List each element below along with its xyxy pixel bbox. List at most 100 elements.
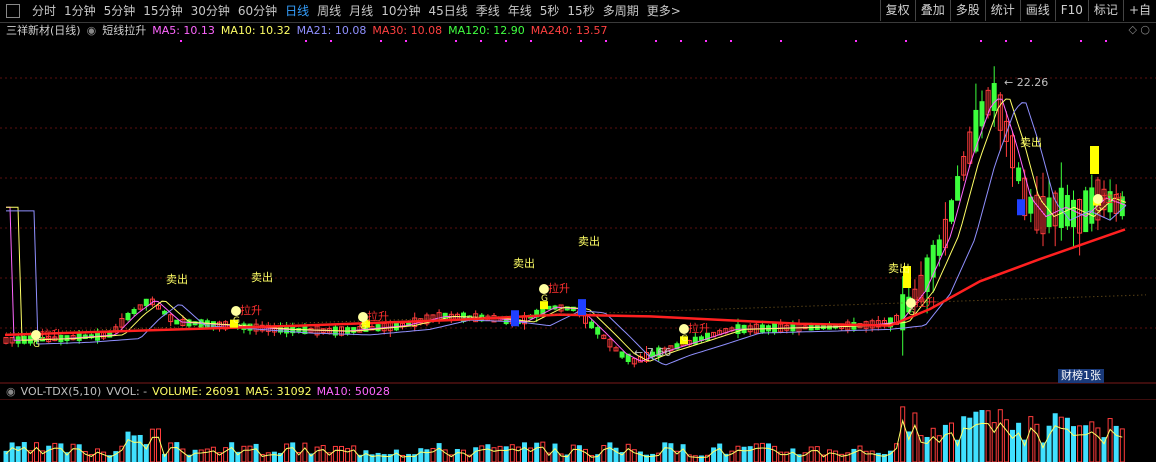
signal-dot	[455, 40, 457, 42]
tool-button-2[interactable]: 多股	[949, 0, 985, 21]
volume-bar	[711, 447, 717, 462]
volume-bar	[302, 442, 308, 462]
rise-label: 拉升	[688, 321, 710, 335]
finance-tag[interactable]: 财榜1张	[1058, 369, 1104, 383]
volume-bar	[583, 448, 588, 462]
tool-button-3[interactable]: 统计	[984, 0, 1020, 21]
ma5-line	[6, 98, 1127, 362]
tool-button-5[interactable]: F10	[1054, 0, 1088, 21]
volume-bar	[936, 435, 942, 462]
volume-bar	[1113, 425, 1119, 462]
period-tab-5[interactable]: 60分钟	[234, 0, 281, 22]
volume-bar	[576, 445, 582, 462]
candle-body	[1028, 196, 1034, 214]
volume-bar	[393, 449, 399, 462]
volume-bar	[131, 435, 137, 462]
candle-body	[125, 312, 131, 321]
candlestick-chart[interactable]: 卖出 卖出卖出卖出卖出卖出G拉升G拉升G拉升G拉升G拉升G拉升G拉升← 22.26…	[0, 38, 1156, 384]
period-tab-10[interactable]: 45日线	[424, 0, 471, 22]
candle-body	[936, 239, 942, 256]
period-tab-1[interactable]: 1分钟	[60, 0, 100, 22]
g-label: G	[908, 308, 915, 318]
period-tab-15[interactable]: 多周期	[599, 0, 643, 22]
volume-bar	[637, 451, 643, 462]
tool-button-4[interactable]: 画线	[1019, 0, 1055, 21]
volume-bar	[900, 406, 906, 462]
ma10-line	[6, 98, 1127, 362]
period-tab-11[interactable]: 季线	[472, 0, 504, 22]
low-price-label: ← 7.66	[634, 346, 671, 359]
rise-label: 拉升	[915, 295, 937, 309]
volume-bar	[363, 450, 369, 462]
candle-body	[589, 321, 595, 329]
volume-bar	[314, 446, 320, 462]
tool-button-7[interactable]: +自	[1122, 0, 1156, 21]
menu-toggle-icon[interactable]	[6, 4, 20, 18]
tool-buttons: 复权 叠加 多股 统计 画线 F10 标记 +自	[879, 0, 1156, 22]
volume-bar	[479, 445, 485, 462]
signal-dot	[405, 40, 407, 42]
signal-dot	[505, 40, 507, 42]
period-tab-9[interactable]: 10分钟	[377, 0, 424, 22]
volume-bar	[1095, 427, 1101, 462]
volume-bar	[320, 445, 326, 462]
signal-dot	[1030, 40, 1032, 42]
volume-bar	[156, 428, 161, 462]
volume-bar	[833, 450, 839, 462]
ma-legend-item-2: MA21: 10.08	[296, 24, 367, 37]
period-tab-3[interactable]: 15分钟	[139, 0, 186, 22]
volume-bar	[345, 448, 351, 462]
volume-bar	[210, 446, 216, 462]
volume-bar	[698, 455, 704, 462]
volume-bar	[290, 442, 296, 462]
period-tab-13[interactable]: 5秒	[536, 0, 564, 22]
signal-dot	[655, 40, 657, 42]
volume-bar	[570, 444, 576, 462]
chart-info-bar: 三祥新材(日线) ◉ 短线拉升 MA5: 10.13 MA10: 10.32 MA2…	[0, 23, 1156, 39]
volume-bar	[766, 443, 771, 462]
period-tab-12[interactable]: 年线	[504, 0, 536, 22]
period-tab-2[interactable]: 5分钟	[100, 0, 140, 22]
volume-bar	[790, 448, 796, 462]
rise-label: 拉升	[1102, 191, 1124, 205]
volume-bar	[601, 445, 607, 462]
indicator-name[interactable]: 短线拉升	[102, 23, 146, 39]
tool-button-6[interactable]: 标记	[1087, 0, 1123, 21]
volume-bar	[961, 416, 967, 462]
volume-bar	[351, 445, 357, 462]
period-tab-0[interactable]: 分时	[28, 0, 60, 22]
volume-bar	[1028, 416, 1034, 462]
period-tab-14[interactable]: 15秒	[563, 0, 598, 22]
signal-dot	[855, 40, 857, 42]
period-tab-16[interactable]: 更多>	[643, 0, 685, 22]
volume-bar	[515, 446, 521, 462]
sell-label: 卖出	[578, 234, 600, 248]
tool-button-1[interactable]: 叠加	[914, 0, 950, 21]
period-tab-7[interactable]: 周线	[313, 0, 345, 22]
volume-bar	[522, 442, 527, 462]
candle-body	[143, 298, 149, 307]
volume-bar	[375, 452, 381, 462]
volume-bar	[265, 452, 271, 462]
candle-body	[955, 176, 961, 201]
volume-bar	[34, 442, 39, 462]
period-tab-8[interactable]: 月线	[345, 0, 377, 22]
indicator-toggle-icon[interactable]: ◉	[87, 23, 97, 39]
period-tab-6[interactable]: 日线	[281, 0, 313, 22]
volume-bar	[58, 443, 64, 462]
sell-label: 卖出	[513, 256, 535, 270]
signal-dot	[605, 40, 607, 42]
signal-dot	[380, 40, 382, 42]
tool-button-0[interactable]: 复权	[879, 0, 915, 21]
signal-dot	[580, 40, 582, 42]
volume-indicator-icon[interactable]: ◉	[6, 384, 16, 400]
g-label: G	[33, 340, 40, 350]
volume-bar	[247, 445, 253, 462]
signal-dot	[530, 40, 532, 42]
g-label: G	[360, 322, 367, 332]
period-tab-4[interactable]: 30分钟	[187, 0, 234, 22]
chart-corner-icons[interactable]: ◇ ○	[1128, 23, 1150, 36]
volume-chart[interactable]	[0, 399, 1156, 462]
signal-dot	[730, 40, 732, 42]
candle-body	[991, 83, 997, 111]
